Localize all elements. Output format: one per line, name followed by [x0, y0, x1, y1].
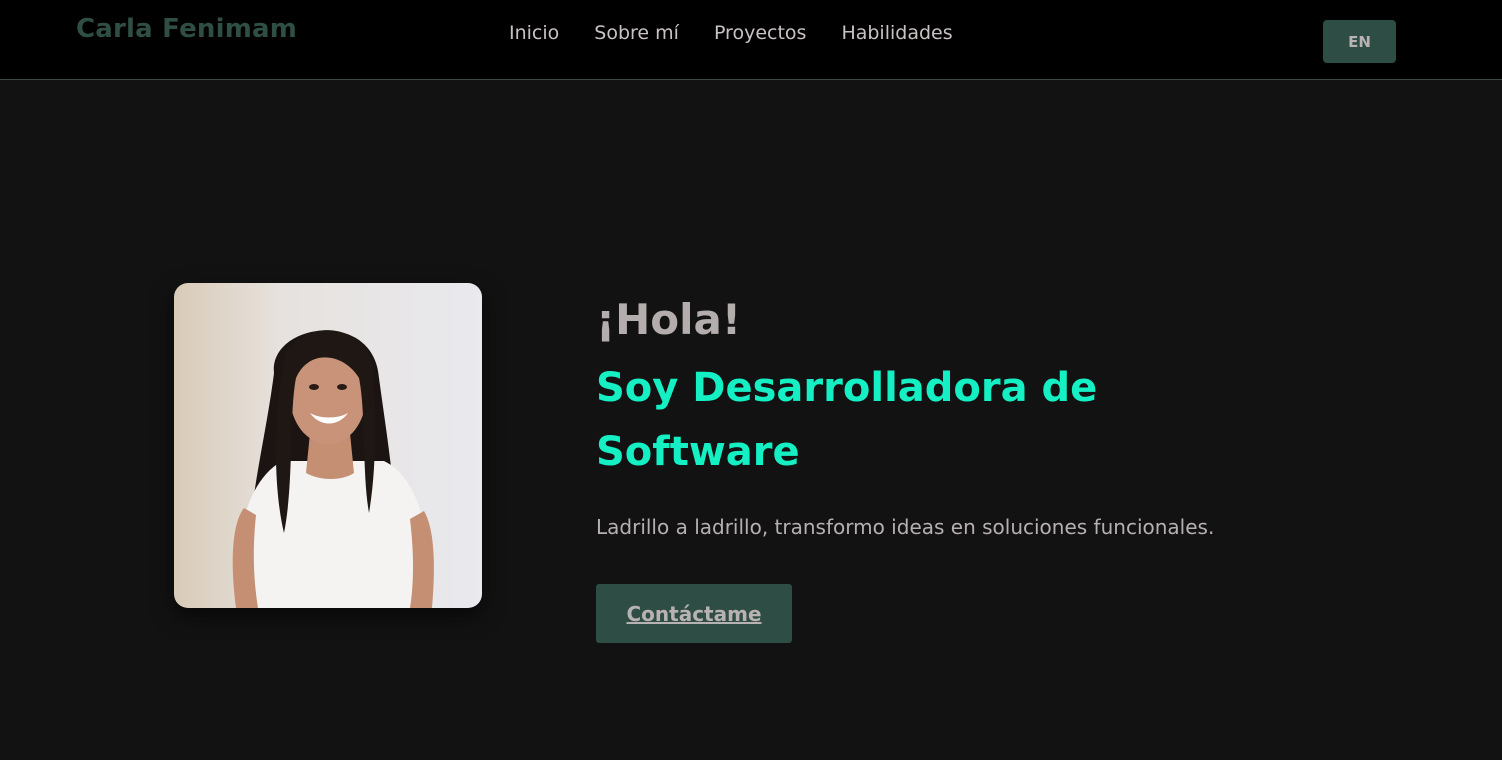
contact-button[interactable]: Contáctame: [596, 584, 792, 643]
nav-links: Inicio Sobre mí Proyectos Habilidades: [509, 20, 953, 46]
nav-link-proyectos[interactable]: Proyectos: [714, 20, 807, 46]
nav-link-sobre-mi[interactable]: Sobre mí: [594, 20, 679, 46]
brand-logo[interactable]: Carla Fenimam: [76, 14, 297, 44]
hero-greeting: ¡Hola!: [596, 295, 742, 344]
hero-headline: Soy Desarrolladora de Software: [596, 365, 1098, 475]
language-toggle-button[interactable]: EN: [1323, 20, 1396, 63]
navbar: Carla Fenimam Inicio Sobre mí Proyectos …: [0, 0, 1502, 80]
hero-subtitle: Ladrillo a ladrillo, transformo ideas en…: [596, 515, 1215, 539]
profile-photo-illustration: [174, 283, 482, 608]
nav-link-habilidades[interactable]: Habilidades: [841, 20, 952, 46]
nav-link-inicio[interactable]: Inicio: [509, 20, 559, 46]
profile-photo: [174, 283, 482, 608]
